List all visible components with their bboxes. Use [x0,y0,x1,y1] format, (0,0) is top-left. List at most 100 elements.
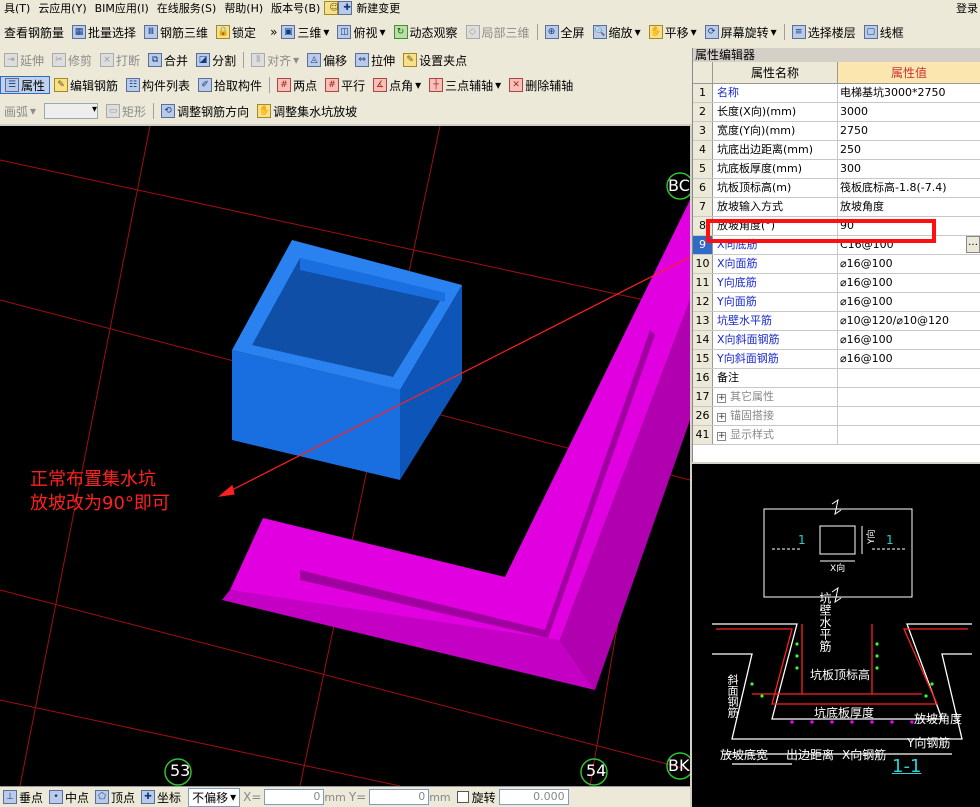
zoom-button[interactable]: 🔍 缩放 ▾ [589,23,645,41]
property-row[interactable]: 15 Y向斜面钢筋 ⌀16@100 [693,350,980,369]
property-value[interactable]: ⌀10@120/⌀10@120 [838,312,980,330]
menu-online[interactable]: 在线服务(S) [153,0,221,16]
split-button[interactable]: ◪ 分割 [192,51,240,69]
stretch-button[interactable]: ⇔ 拉伸 [351,51,399,69]
expand-icon[interactable]: + [717,413,726,422]
property-row[interactable]: 14 X向斜面钢筋 ⌀16@100 [693,331,980,350]
set-grip-button[interactable]: ✎ 设置夹点 [399,51,471,69]
row-number: 10 [693,255,713,273]
property-row[interactable]: 1 名称 电梯基坑3000*2750 [693,84,980,103]
property-row[interactable]: 41 + 显示样式 [693,426,980,445]
merge-button[interactable]: ⧉ 合并 [144,51,192,69]
expand-icon[interactable]: + [717,432,726,441]
screen-rotate-button[interactable]: ⟳ 屏幕旋转 ▾ [701,23,781,41]
property-value[interactable]: ⌀16@100 [838,350,980,368]
property-row[interactable]: 17 + 其它属性 [693,388,980,407]
property-value[interactable] [838,426,980,444]
property-value[interactable] [838,388,980,406]
fullscreen-button[interactable]: ⊕ 全屏 [541,23,589,41]
property-row[interactable]: 26 + 锚固搭接 [693,407,980,426]
snap-coordinate[interactable]: ✚ 坐标 [138,789,184,806]
menu-new-change[interactable]: 新建变更 [352,0,404,16]
menu-help[interactable]: 帮助(H) [220,0,267,16]
property-row[interactable]: 11 Y向底筋 ⌀16@100 [693,274,980,293]
snap-perpendicular[interactable]: ⊥ 垂点 [0,789,46,806]
rectangle-button[interactable]: ▭ 矩形 [102,102,150,120]
pick-component-button[interactable]: ✐ 拾取构件 [194,76,266,94]
property-value[interactable]: 放坡角度 [838,198,980,216]
coordinate-icon: ✚ [141,790,156,804]
property-value[interactable] [838,369,980,387]
property-row[interactable]: 16 备注 [693,369,980,388]
align-button[interactable]: ⫴ 对齐 ▾ [247,51,303,69]
parallel-button[interactable]: # 平行 [321,76,369,94]
local-3d-button[interactable]: ◇ 局部三维 [462,23,534,41]
property-row[interactable]: 2 长度(X向)(mm) 3000 [693,103,980,122]
property-value[interactable]: 250 [838,141,980,159]
property-row[interactable]: 3 宽度(Y向)(mm) 2750 [693,122,980,141]
y-input[interactable]: 0 [369,789,430,805]
three-point-axis-button[interactable]: ┼ 三点辅轴 ▾ [425,76,505,94]
orbit-button[interactable]: ↻ 动态观察 [390,23,462,41]
break-button[interactable]: ⨯ 打断 [96,51,144,69]
snap-midpoint[interactable]: • 中点 [46,789,92,806]
select-floor-button[interactable]: ≡ 选择楼层 [788,23,860,41]
property-value[interactable]: 3000 [838,103,980,121]
menu-version[interactable]: 版本号(B) [267,0,324,16]
menu-tools[interactable]: 具(T) [0,0,34,16]
property-row[interactable]: 5 坑底板厚度(mm) 300 [693,160,980,179]
property-row[interactable]: 13 坑壁水平筋 ⌀10@120/⌀10@120 [693,312,980,331]
property-value[interactable]: 2750 [838,122,980,140]
rotate-checkbox[interactable] [456,791,469,803]
property-value[interactable]: ⌀16@100 [838,274,980,292]
delete-axis-button[interactable]: ✕ 删除辅轴 [505,76,577,94]
rotate-input[interactable]: 0.000 [498,789,569,805]
login-link[interactable]: 登录 [956,0,978,16]
property-value[interactable] [838,407,980,425]
drawing-viewport[interactable]: 53 54 BC BK 正常布置集水坑 放坡改为90°即可 [0,126,690,786]
adjust-rebar-direction-button[interactable]: ⟲ 调整钢筋方向 [157,102,253,120]
lock-button[interactable]: 🔒 锁定 [212,23,260,41]
toolbar-overflow-icon[interactable]: » [270,25,277,39]
adjust-pit-slope-button[interactable]: ✋ 调整集水坑放坡 [253,102,361,120]
x-input[interactable]: 0 [264,789,325,805]
snap-vertex[interactable]: ⬠ 顶点 [92,789,138,806]
trim-button[interactable]: ✂ 修剪 [48,51,96,69]
properties-button[interactable]: ☰ 属性 [0,76,51,94]
property-value[interactable]: ⌀16@100 [838,255,980,273]
menu-bim[interactable]: BIM应用(I) [91,0,153,16]
offset-button[interactable]: ◬ 偏移 [303,51,351,69]
property-value[interactable]: 筏板底标高-1.8(-7.4) [838,179,980,197]
property-row[interactable]: 4 坑底出边距离(mm) 250 [693,141,980,160]
component-list-button[interactable]: ☷ 构件列表 [122,76,194,94]
extend-button[interactable]: ⇥ 延伸 [0,51,48,69]
two-point-button[interactable]: # 两点 [273,76,321,94]
draw-arc-button[interactable]: 画弧 ▾ [0,102,40,120]
view-rebar-qty-button[interactable]: 查看钢筋量 [0,23,68,41]
property-value[interactable]: ⌀16@100 [838,331,980,349]
ellipsis-button[interactable]: … [966,236,980,253]
property-row[interactable]: 10 X向面筋 ⌀16@100 [693,255,980,274]
edit-rebar-button[interactable]: ✎ 编辑钢筋 [50,76,122,94]
property-row[interactable]: 7 放坡输入方式 放坡角度 [693,198,980,217]
rebar-3d-button[interactable]: Ⅲ 钢筋三维 [140,23,212,41]
property-row[interactable]: 6 坑板顶标高(m) 筏板底标高-1.8(-7.4) [693,179,980,198]
rectangle-label: 矩形 [122,104,147,119]
property-name: X向斜面钢筋 [713,331,838,349]
point-angle-button[interactable]: ∡ 点角 ▾ [369,76,425,94]
property-row[interactable]: 12 Y向面筋 ⌀16@100 [693,293,980,312]
menu-cloud[interactable]: 云应用(Y) [34,0,90,16]
property-value[interactable]: 电梯基坑3000*2750 [838,84,980,102]
batch-select-button[interactable]: ▦ 批量选择 [68,23,140,41]
pan-button[interactable]: ✋ 平移 ▾ [645,23,701,41]
pit-3d[interactable] [232,240,462,480]
top-view-button[interactable]: ◫ 俯视 ▾ [333,23,389,41]
property-value[interactable]: 300 [838,160,980,178]
delete-axis-label: 删除辅轴 [525,78,574,93]
offset-mode-select[interactable]: 不偏移 ▾ [188,787,241,807]
draw-mode-select[interactable]: ▾ [44,103,99,119]
expand-icon[interactable]: + [717,394,726,403]
wireframe-button[interactable]: ▢ 线框 [860,23,908,41]
property-value[interactable]: ⌀16@100 [838,293,980,311]
view-3d-button[interactable]: ▣ 三维 ▾ [277,23,333,41]
